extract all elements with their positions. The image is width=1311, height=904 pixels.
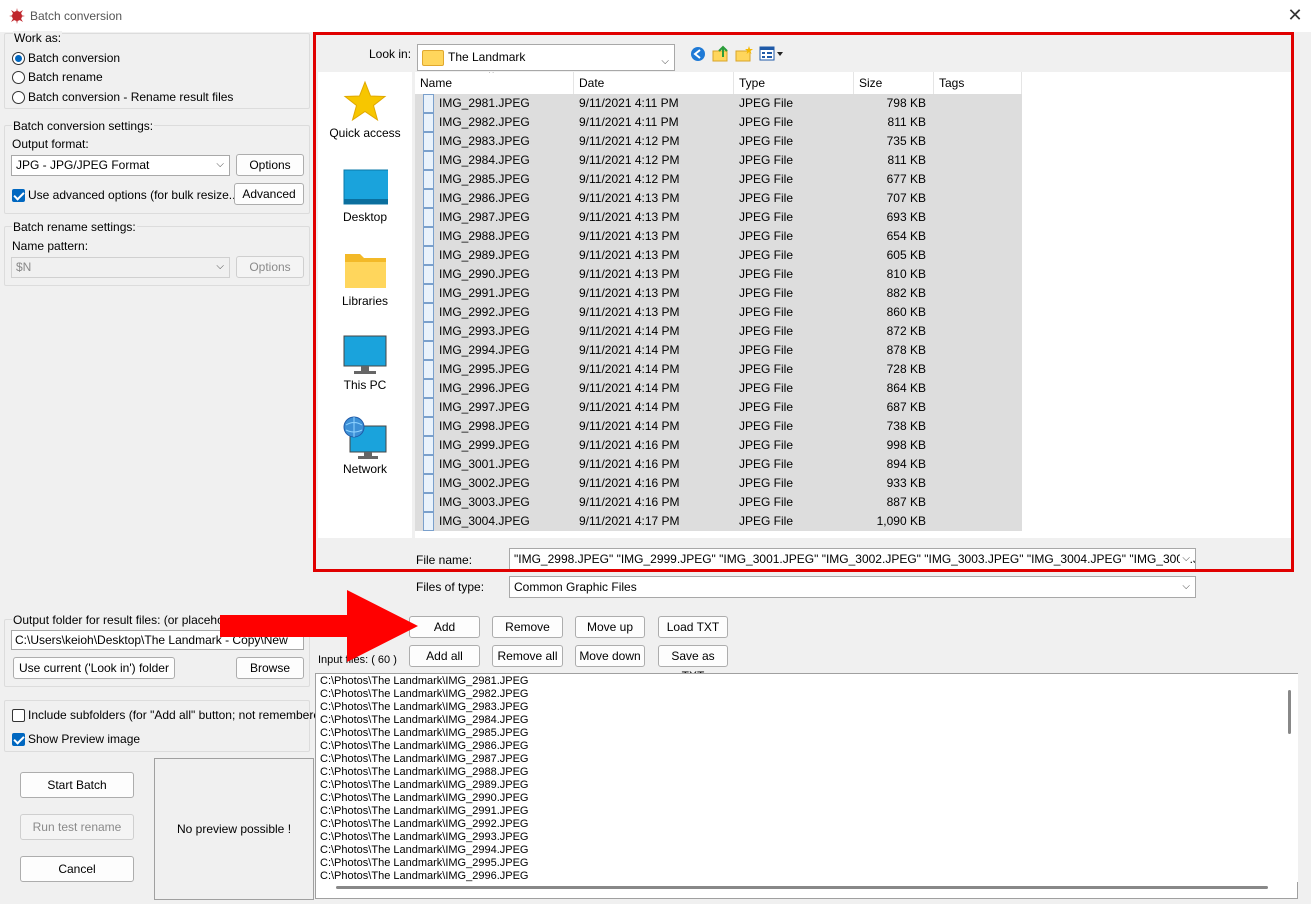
radio-batch-rename[interactable]	[12, 71, 25, 84]
radio-batch-rename-label[interactable]: Batch rename	[28, 70, 103, 84]
work-as-label: Work as:	[13, 31, 63, 45]
input-files-scrollbar[interactable]	[1281, 674, 1298, 882]
input-file-item[interactable]: C:\Photos\The Landmark\IMG_2989.JPEG	[316, 779, 1297, 792]
run-test-rename-button[interactable]: Run test rename	[20, 814, 134, 840]
input-file-item[interactable]: C:\Photos\The Landmark\IMG_2991.JPEG	[316, 805, 1297, 818]
include-subfolders-checkbox[interactable]	[12, 709, 25, 722]
input-file-item[interactable]: C:\Photos\The Landmark\IMG_2985.JPEG	[316, 727, 1297, 740]
advanced-options-checkbox[interactable]	[12, 189, 25, 202]
input-file-item[interactable]: C:\Photos\The Landmark\IMG_2993.JPEG	[316, 831, 1297, 844]
preview-pane: No preview possible !	[154, 758, 314, 900]
name-pattern-label: Name pattern:	[12, 239, 89, 253]
save-as-txt-button[interactable]: Save as TXT	[658, 645, 728, 683]
load-txt-button[interactable]: Load TXT	[658, 616, 728, 638]
conversion-settings-label: Batch conversion settings:	[12, 119, 155, 133]
include-subfolders-label[interactable]: Include subfolders (for "Add all" button…	[28, 708, 331, 722]
radio-conversion-rename[interactable]	[12, 91, 25, 104]
horizontal-scroll-thumb[interactable]	[336, 886, 1268, 889]
start-batch-button[interactable]: Start Batch	[20, 772, 134, 798]
rename-options-button[interactable]: Options	[236, 256, 304, 278]
input-file-item[interactable]: C:\Photos\The Landmark\IMG_2982.JPEG	[316, 688, 1297, 701]
output-format-select[interactable]: JPG - JPG/JPEG Format ⌵	[11, 155, 230, 176]
files-of-type-select[interactable]: Common Graphic Files ⌵	[509, 576, 1196, 598]
chevron-down-icon: ⌵	[216, 261, 224, 272]
show-preview-label[interactable]: Show Preview image	[28, 732, 140, 746]
output-format-label: Output format:	[12, 137, 89, 151]
chevron-down-icon: ⌵	[216, 159, 224, 170]
input-file-item[interactable]: C:\Photos\The Landmark\IMG_2986.JPEG	[316, 740, 1297, 753]
output-format-value: JPG - JPG/JPEG Format	[16, 158, 150, 172]
input-file-item[interactable]: C:\Photos\The Landmark\IMG_2995.JPEG	[316, 857, 1297, 870]
radio-batch-conversion[interactable]	[12, 52, 25, 65]
remove-all-button[interactable]: Remove all	[492, 645, 563, 667]
files-of-type-label: Files of type:	[416, 580, 485, 594]
name-pattern-value: $N	[16, 260, 32, 274]
radio-conversion-rename-label[interactable]: Batch conversion - Rename result files	[28, 90, 233, 104]
show-preview-checkbox[interactable]	[12, 733, 25, 746]
title-bar: Batch conversion ✕	[0, 0, 1311, 32]
name-pattern-select[interactable]: $N ⌵	[11, 257, 230, 278]
use-current-folder-button[interactable]: Use current ('Look in') folder	[13, 657, 175, 679]
input-file-item[interactable]: C:\Photos\The Landmark\IMG_2992.JPEG	[316, 818, 1297, 831]
scroll-thumb[interactable]	[1288, 690, 1291, 734]
input-files-list[interactable]: C:\Photos\The Landmark\IMG_2981.JPEG C:\P…	[315, 673, 1298, 899]
input-file-item[interactable]: C:\Photos\The Landmark\IMG_2987.JPEG	[316, 753, 1297, 766]
input-file-item[interactable]: C:\Photos\The Landmark\IMG_2981.JPEG	[316, 675, 1297, 688]
highlight-box	[313, 32, 1294, 572]
advanced-button[interactable]: Advanced	[234, 183, 304, 205]
close-icon[interactable]: ✕	[1284, 4, 1306, 26]
move-down-button[interactable]: Move down	[575, 645, 645, 667]
window-title: Batch conversion	[30, 9, 123, 23]
files-of-type-value: Common Graphic Files	[514, 580, 637, 594]
input-file-item[interactable]: C:\Photos\The Landmark\IMG_2996.JPEG	[316, 870, 1297, 883]
format-options-button[interactable]: Options	[236, 154, 304, 176]
cancel-button[interactable]: Cancel	[20, 856, 134, 882]
input-files-items: C:\Photos\The Landmark\IMG_2981.JPEG C:\P…	[316, 674, 1297, 883]
app-icon	[9, 8, 25, 24]
radio-batch-conversion-label[interactable]: Batch conversion	[28, 51, 120, 65]
move-up-button[interactable]: Move up	[575, 616, 645, 638]
input-file-item[interactable]: C:\Photos\The Landmark\IMG_2990.JPEG	[316, 792, 1297, 805]
input-file-item[interactable]: C:\Photos\The Landmark\IMG_2984.JPEG	[316, 714, 1297, 727]
red-arrow-icon	[220, 590, 418, 662]
advanced-options-label[interactable]: Use advanced options (for bulk resize...…	[28, 188, 243, 202]
rename-settings-label: Batch rename settings:	[12, 220, 137, 234]
preview-message: No preview possible !	[176, 822, 292, 836]
input-file-item[interactable]: C:\Photos\The Landmark\IMG_2983.JPEG	[316, 701, 1297, 714]
chevron-down-icon: ⌵	[1182, 581, 1190, 592]
input-file-item[interactable]: C:\Photos\The Landmark\IMG_2994.JPEG	[316, 844, 1297, 857]
remove-button[interactable]: Remove	[492, 616, 563, 638]
input-file-item[interactable]: C:\Photos\The Landmark\IMG_2988.JPEG	[316, 766, 1297, 779]
